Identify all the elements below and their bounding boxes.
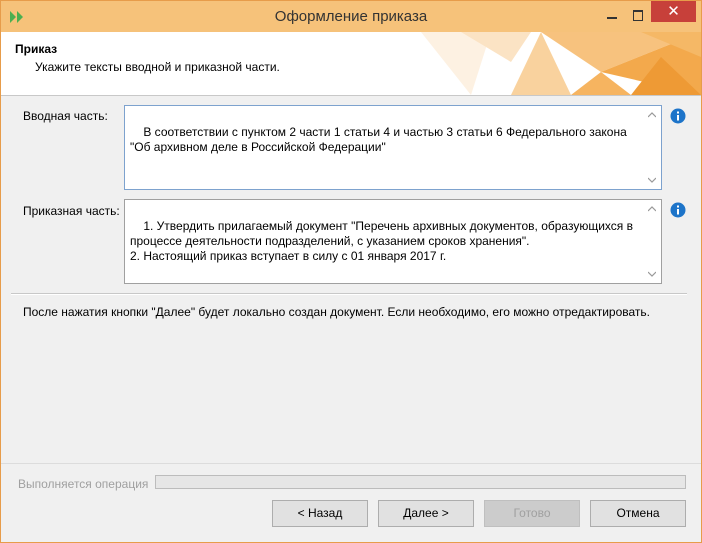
operation-label: Выполняется операция	[18, 477, 149, 491]
intro-text: В соответствии с пунктом 2 части 1 стать…	[130, 125, 631, 154]
finish-button[interactable]: Готово	[484, 500, 580, 527]
header-banner-decoration	[421, 32, 701, 95]
window-title: Оформление приказа	[274, 8, 428, 25]
info-icon[interactable]	[670, 108, 686, 124]
intro-label: Вводная часть:	[23, 109, 108, 123]
order-label: Приказная часть:	[23, 204, 120, 218]
order-text: 1. Утвердить прилагаемый документ "Переч…	[130, 219, 633, 263]
minimize-button[interactable]	[599, 5, 625, 25]
maximize-button[interactable]	[625, 5, 651, 25]
order-scrollbar[interactable]	[644, 200, 661, 283]
intro-scrollbar[interactable]	[644, 106, 661, 189]
wizard-header: Приказ Укажите тексты вводной и приказно…	[1, 32, 701, 96]
section-divider	[11, 293, 687, 295]
close-button[interactable]: ✕	[651, 1, 696, 22]
intro-textarea[interactable]: В соответствии с пунктом 2 части 1 стать…	[124, 105, 662, 190]
scroll-up-icon[interactable]	[648, 112, 656, 118]
back-button[interactable]: < Назад	[272, 500, 368, 527]
order-textarea[interactable]: 1. Утвердить прилагаемый документ "Переч…	[124, 199, 662, 284]
cancel-button[interactable]: Отмена	[590, 500, 686, 527]
dialog-window: Оформление приказа ✕ Приказ Укажите текс…	[0, 0, 702, 543]
header-title: Приказ	[15, 42, 58, 56]
operation-progress-bar	[155, 475, 686, 489]
scroll-up-icon[interactable]	[648, 206, 656, 212]
next-button[interactable]: Далее >	[378, 500, 474, 527]
info-icon[interactable]	[670, 202, 686, 218]
header-subtitle: Укажите тексты вводной и приказной части…	[35, 60, 280, 74]
scroll-down-icon[interactable]	[648, 177, 656, 183]
scroll-down-icon[interactable]	[648, 271, 656, 277]
status-message: После нажатия кнопки "Далее" будет локал…	[23, 305, 650, 319]
title-bar[interactable]: Оформление приказа ✕	[1, 1, 701, 32]
